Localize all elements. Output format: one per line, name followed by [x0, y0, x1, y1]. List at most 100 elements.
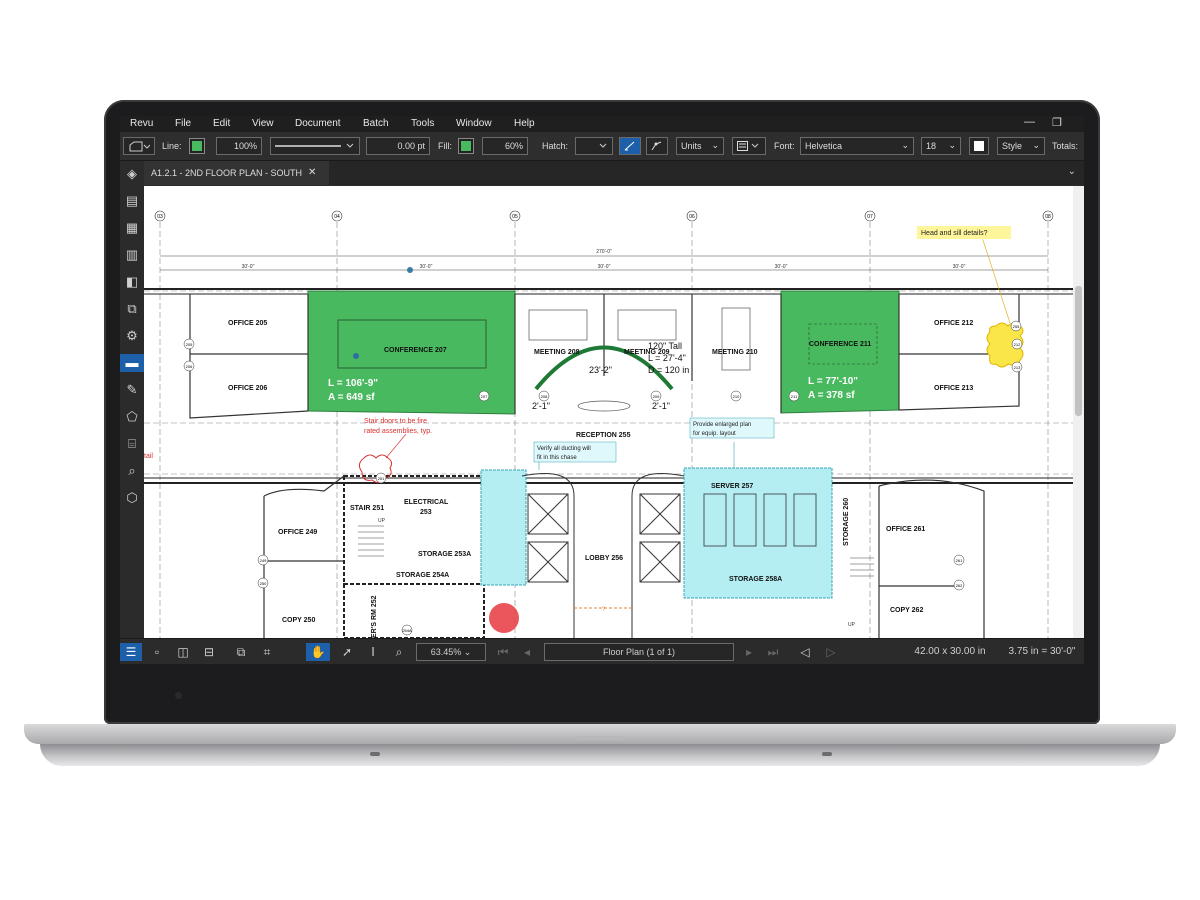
callout-head-sill: Head and sill details? — [921, 230, 988, 237]
conference-207-area: A = 649 sf — [328, 392, 375, 403]
line-style-dropdown[interactable] — [270, 137, 360, 155]
room-label: CONFERENCE 211 — [809, 341, 871, 348]
fill-opacity-stepper[interactable]: 60% — [482, 137, 528, 155]
zoom-dropdown[interactable]: 63.45% ⌄ — [416, 643, 486, 661]
sync-icon[interactable]: ⧉ — [232, 643, 250, 661]
callout-text: Provide enlarged plan — [693, 422, 751, 428]
fill-opacity-value: 60% — [504, 141, 523, 151]
menu-help[interactable]: Help — [514, 118, 535, 129]
menu-revu[interactable]: Revu — [130, 118, 153, 129]
menu-edit[interactable]: Edit — [213, 118, 230, 129]
align-dropdown[interactable] — [732, 137, 766, 155]
units-dropdown[interactable]: Units ⌄ — [676, 137, 724, 155]
font-label: Font: — [774, 141, 795, 151]
back-view-icon[interactable]: ◁ — [796, 643, 814, 661]
room-label: MEETING 210 — [712, 349, 758, 356]
first-page-icon[interactable]: ⏮ — [496, 643, 510, 661]
snapshot-icon[interactable]: ⌗ — [258, 643, 276, 661]
callout-text: for equip. layout — [693, 431, 736, 437]
hatch-label: Hatch: — [542, 141, 569, 151]
close-icon[interactable]: ✕ — [308, 167, 316, 178]
bookmarks-icon[interactable]: ▥ — [123, 246, 141, 264]
arc-radius: 23'-2" — [589, 365, 612, 375]
select-arrow-icon[interactable]: ➚ — [338, 643, 356, 661]
conference-211-length: L = 77'-10" — [808, 376, 858, 387]
restore-button[interactable]: ❐ — [1052, 116, 1062, 129]
drawing-canvas[interactable]: 03 04 05 06 07 08 270'-0" 30'-0" 30'-0" … — [144, 186, 1073, 638]
tool-chest-icon[interactable]: ⧉ — [123, 300, 141, 318]
search-icon[interactable]: ⌕ — [123, 462, 141, 480]
page-scale[interactable]: 3.75 in = 30'-0" — [1000, 643, 1084, 661]
split-vertical-icon[interactable]: ◫ — [174, 643, 192, 661]
door-tag-label: 212 — [1014, 342, 1021, 347]
arc-height: 120" Tall — [648, 341, 682, 351]
shape-tool-dropdown[interactable] — [123, 137, 155, 155]
room-label: OFFICE 212 — [934, 320, 973, 327]
line-opacity-stepper[interactable]: 100% — [216, 137, 262, 155]
previous-page-icon[interactable]: ◂ — [520, 643, 534, 661]
conference-211-area: A = 378 sf — [808, 390, 855, 401]
door-tag-label: 206 — [186, 364, 193, 369]
line-width-stepper[interactable]: 0.00 pt — [366, 137, 430, 155]
page-navigator[interactable]: Floor Plan (1 of 1) — [544, 643, 734, 661]
room-label: OFFICE 261 — [886, 526, 925, 533]
brush-tool-button[interactable] — [619, 137, 641, 155]
page-label: Floor Plan (1 of 1) — [602, 647, 676, 657]
layers-icon[interactable]: ◈ — [123, 165, 141, 183]
menu-view[interactable]: View — [252, 118, 274, 129]
menu-document[interactable]: Document — [295, 118, 341, 129]
forward-view-icon[interactable]: ▷ — [822, 643, 840, 661]
next-page-icon[interactable]: ▸ — [742, 643, 756, 661]
door-tag-label: 251 — [378, 476, 385, 481]
style-dropdown[interactable]: Style ⌄ — [997, 137, 1045, 155]
vertical-scrollbar[interactable] — [1073, 186, 1084, 638]
room-label: RECEPTION 255 — [576, 432, 631, 439]
menu-tools[interactable]: Tools — [411, 118, 434, 129]
studio-icon[interactable]: ⬡ — [123, 489, 141, 507]
lid-notch — [576, 736, 624, 740]
menu-window[interactable]: Window — [456, 118, 492, 129]
thumbnails-icon[interactable]: ▦ — [123, 219, 141, 237]
single-page-icon[interactable]: ▫ — [148, 643, 166, 661]
font-size-dropdown[interactable]: 18 ⌄ — [921, 137, 961, 155]
file-access-icon[interactable]: ⌸ — [123, 435, 141, 453]
spaces-icon[interactable]: ◧ — [123, 273, 141, 291]
font-color-button[interactable] — [969, 137, 989, 155]
zoom-icon[interactable]: ⌕ — [390, 643, 408, 661]
status-bar: ☰ ▫ ◫ ⊟ ⧉ ⌗ ✋ ➚ Ⅰ ⌕ 63.45% ⌄ ⏮ ◂ Floor P… — [120, 638, 1084, 664]
signatures-icon[interactable]: ✎ — [123, 381, 141, 399]
dim-bay: 30'-0" — [598, 264, 611, 270]
scrollbar-thumb[interactable] — [1075, 286, 1082, 416]
laptop-foot — [822, 752, 832, 756]
line-color-swatch[interactable] — [189, 138, 205, 154]
minimize-button[interactable]: — — [1024, 116, 1035, 128]
markup-tag-icon[interactable]: ⬠ — [123, 408, 141, 426]
pages-icon[interactable]: ▤ — [123, 192, 141, 210]
font-dropdown[interactable]: Helvetica ⌄ — [800, 137, 914, 155]
vertex-tool-button[interactable] — [646, 137, 668, 155]
text-align-icon — [737, 141, 759, 151]
pan-hand-icon[interactable]: ✋ — [306, 643, 330, 661]
door-tag-label: 208 — [541, 394, 548, 399]
tab-list-chevron-icon[interactable]: ⌄ — [1068, 166, 1076, 177]
fill-color-swatch[interactable] — [458, 138, 474, 154]
menu-file[interactable]: File — [175, 118, 191, 129]
split-horizontal-icon[interactable]: ⊟ — [200, 643, 218, 661]
properties-gear-icon[interactable]: ⚙ — [123, 327, 141, 345]
style-value: Style — [1002, 141, 1023, 151]
door-tag-label: 207 — [481, 394, 488, 399]
arc-length: L = 27'-4" — [648, 353, 686, 363]
select-text-icon[interactable]: Ⅰ — [364, 643, 382, 661]
tab-floor-plan[interactable]: A1.2.1 - 2ND FLOOR PLAN - SOUTH ✕ — [144, 161, 329, 185]
laptop-base-edge — [40, 744, 1160, 766]
measurements-ruler-icon[interactable]: ▬ — [120, 354, 144, 372]
list-view-icon[interactable]: ☰ — [120, 643, 142, 661]
room-label: OFFICE 206 — [228, 385, 267, 392]
callout-leader — [981, 236, 1011, 324]
callout-leader — [385, 433, 407, 459]
door-tag-label: 211 — [791, 394, 798, 399]
hatch-dropdown[interactable] — [575, 137, 613, 155]
menu-batch[interactable]: Batch — [363, 118, 389, 129]
font-color-swatch — [974, 141, 984, 151]
last-page-icon[interactable]: ⏭ — [766, 643, 780, 661]
